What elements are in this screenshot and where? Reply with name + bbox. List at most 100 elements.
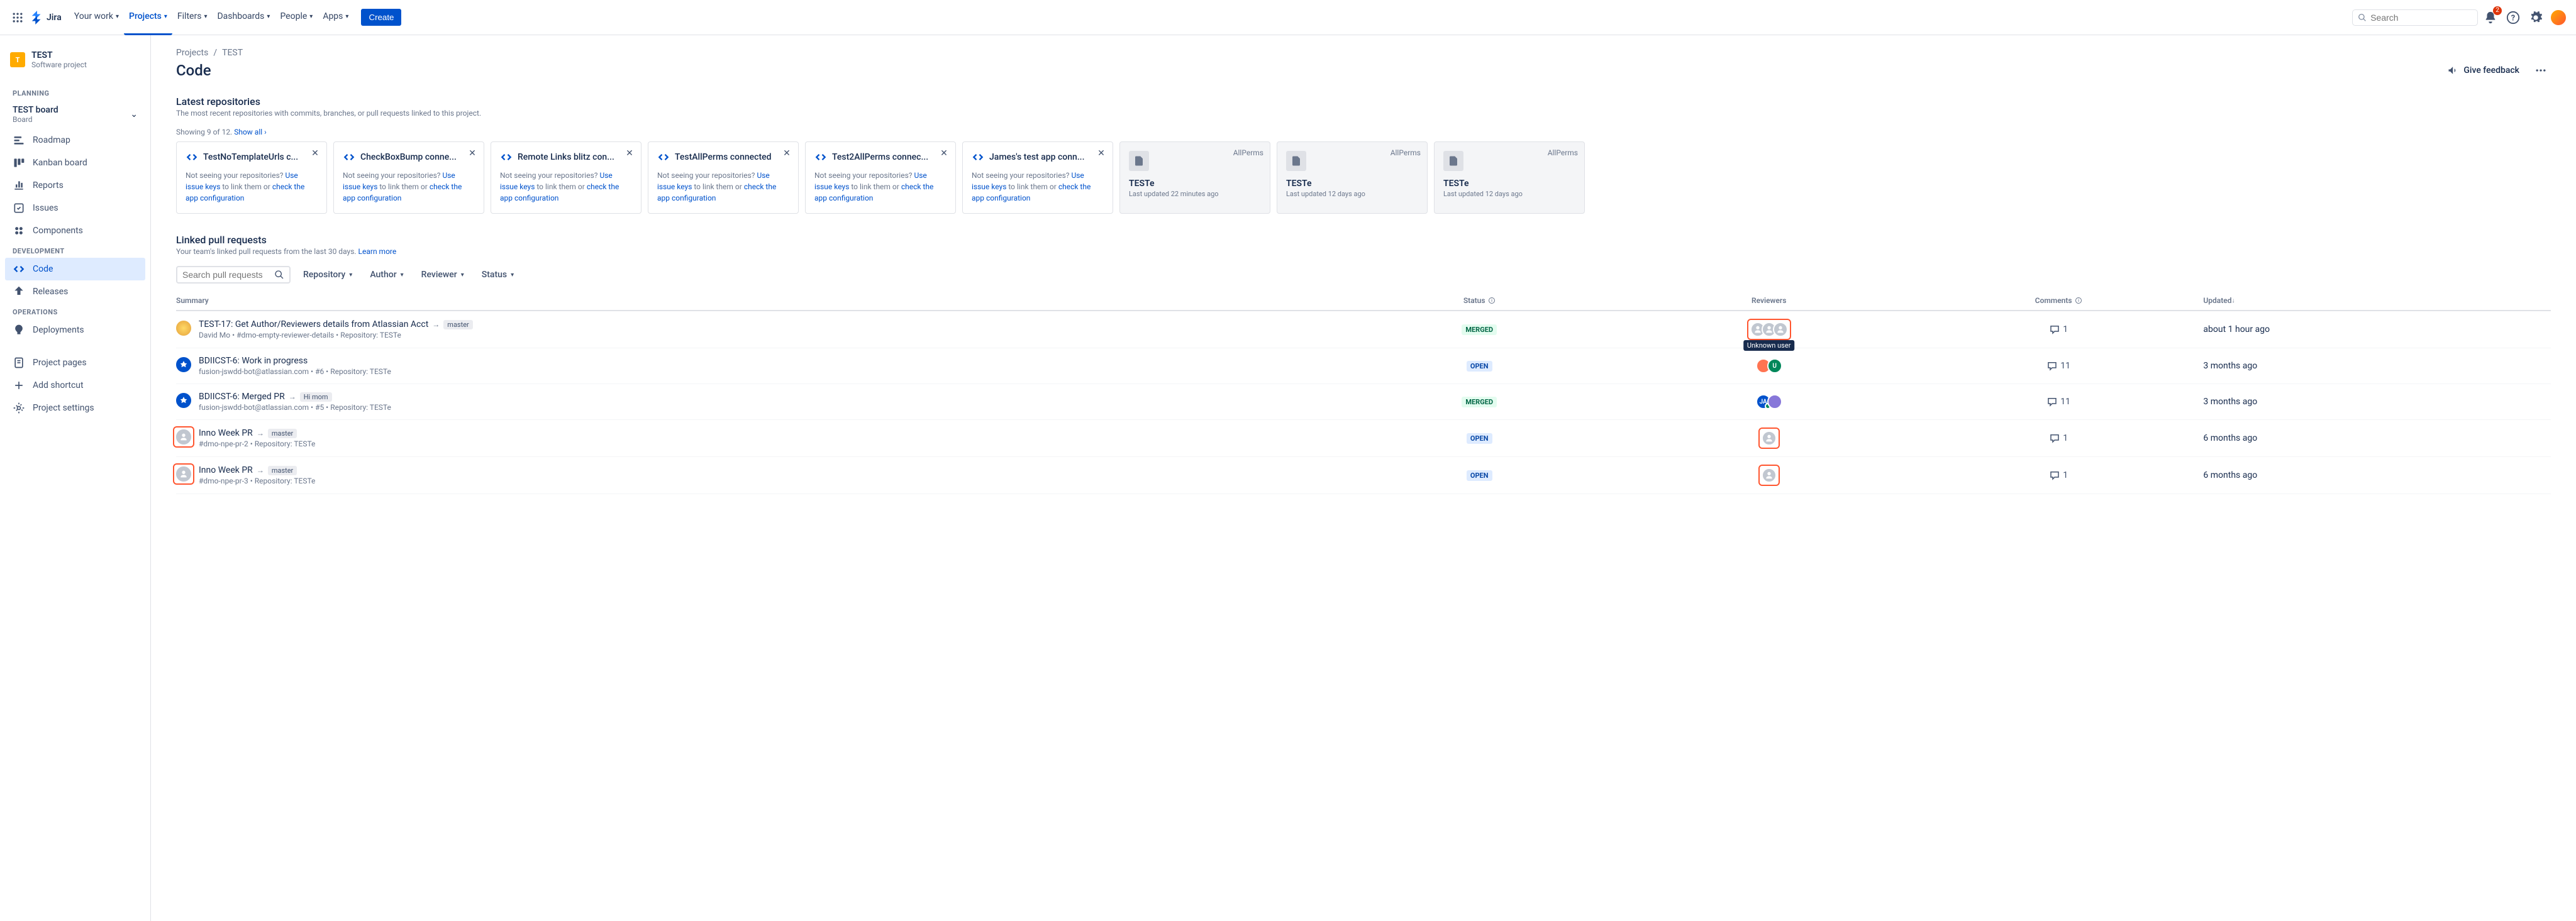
pr-title[interactable]: BDIICST-6: Work in progress	[199, 356, 308, 366]
avatar-highlight	[173, 426, 194, 448]
repo-card[interactable]: ✕ Test2AllPerms connec... Not seeing you…	[805, 141, 956, 214]
pr-row[interactable]: BDIICST-6: Merged PR→Hi mom fusion-jswdd…	[176, 384, 2551, 420]
pr-row[interactable]: Inno Week PR→master #dmo-npe-pr-3 • Repo…	[176, 457, 2551, 494]
pr-row[interactable]: Inno Week PR→master #dmo-npe-pr-2 • Repo…	[176, 420, 2551, 457]
repo-name: Remote Links blitz con...	[518, 152, 614, 162]
sidebar-item-reports[interactable]: Reports	[5, 174, 145, 197]
sidebar-item-components[interactable]: Components	[5, 219, 145, 242]
nav-filters[interactable]: Filters▾	[172, 0, 213, 35]
repo-card[interactable]: AllPerms TESTe Last updated 12 days ago	[1434, 141, 1585, 214]
close-icon[interactable]: ✕	[939, 148, 949, 158]
give-feedback-button[interactable]: Give feedback	[2441, 60, 2526, 80]
board-selector[interactable]: TEST boardBoard⌄	[5, 100, 145, 129]
sidebar-item-code[interactable]: Code	[5, 258, 145, 280]
search-input[interactable]	[2370, 13, 2472, 23]
jira-logo[interactable]: Jira	[30, 11, 62, 25]
chevron-down-icon: ▾	[349, 272, 352, 279]
sidebar-item-kanban-board[interactable]: Kanban board	[5, 152, 145, 174]
repo-card[interactable]: ✕ TestAllPerms connected Not seeing your…	[648, 141, 799, 214]
sidebar-item-project-settings[interactable]: Project settings	[5, 397, 145, 419]
nav-projects[interactable]: Projects▾	[124, 0, 172, 35]
pr-title[interactable]: TEST-17: Get Author/Reviewers details fr…	[199, 319, 428, 329]
chevron-down-icon: ▾	[267, 13, 270, 20]
breadcrumb-projects[interactable]: Projects	[176, 48, 208, 58]
filter-status[interactable]: Status▾	[475, 266, 520, 284]
pr-title[interactable]: BDIICST-6: Merged PR	[199, 392, 285, 402]
settings-icon[interactable]	[2526, 8, 2546, 28]
reviewer-avatar[interactable]	[1773, 322, 1788, 337]
repo-name: TESTe	[1443, 179, 1575, 189]
help-icon[interactable]: ?	[2503, 8, 2523, 28]
pr-meta: fusion-jswdd-bot@atlassian.com • #5 • Re…	[199, 403, 391, 412]
pr-title[interactable]: Inno Week PR	[199, 428, 253, 438]
nav-dashboards[interactable]: Dashboards▾	[212, 0, 275, 35]
repo-card[interactable]: AllPerms TESTe Last updated 12 days ago	[1277, 141, 1428, 214]
filter-author[interactable]: Author▾	[364, 266, 409, 284]
sidebar-item-issues[interactable]: Issues	[5, 197, 145, 219]
pr-title[interactable]: Inno Week PR	[199, 465, 253, 475]
close-icon[interactable]: ✕	[310, 148, 320, 158]
search-pr-box[interactable]	[176, 266, 291, 284]
sidebar-item-project-pages[interactable]: Project pages	[5, 351, 145, 374]
reviewer-avatar[interactable]: U	[1767, 358, 1782, 373]
nav-apps[interactable]: Apps▾	[318, 0, 353, 35]
nav-people[interactable]: People▾	[275, 0, 318, 35]
col-comments[interactable]: Comments i	[1914, 296, 2203, 305]
svg-text:i: i	[1491, 299, 1492, 303]
pr-meta: #dmo-npe-pr-2 • Repository: TESTe	[199, 439, 315, 448]
close-icon[interactable]: ✕	[1096, 148, 1106, 158]
col-reviewers[interactable]: Reviewers	[1624, 296, 1913, 305]
reviewer-avatar[interactable]	[1767, 394, 1782, 409]
search-pr-input[interactable]	[182, 270, 270, 280]
pr-row[interactable]: TEST-17: Get Author/Reviewers details fr…	[176, 311, 2551, 348]
author-avatar[interactable]	[176, 321, 191, 336]
author-avatar[interactable]	[176, 466, 191, 482]
comments-count[interactable]: 1	[2049, 433, 2068, 444]
updated-time: 3 months ago	[2203, 361, 2551, 371]
notifications-icon[interactable]: 2	[2480, 8, 2501, 28]
sidebar-item-releases[interactable]: Releases	[5, 280, 145, 303]
comments-count[interactable]: 11	[2046, 360, 2070, 372]
col-summary[interactable]: Summary	[176, 296, 1335, 305]
author-avatar[interactable]	[176, 429, 191, 444]
user-avatar[interactable]	[2548, 8, 2568, 28]
reviewer-avatar[interactable]	[1762, 431, 1777, 446]
search-icon	[2358, 13, 2367, 23]
updated-time: 3 months ago	[2203, 397, 2551, 407]
repo-card[interactable]: ✕ CheckBoxBump conne... Not seeing your …	[333, 141, 484, 214]
repo-file-icon	[1129, 151, 1149, 171]
sidebar-item-roadmap[interactable]: Roadmap	[5, 129, 145, 152]
col-updated[interactable]: Updated ↓	[2203, 296, 2551, 305]
breadcrumb-test[interactable]: TEST	[222, 48, 243, 58]
updated-time: 6 months ago	[2203, 433, 2551, 443]
reviewer-avatar[interactable]	[1762, 468, 1777, 483]
comments-count[interactable]: 1	[2049, 470, 2068, 481]
close-icon[interactable]: ✕	[625, 148, 635, 158]
global-search[interactable]	[2352, 9, 2478, 26]
repo-card[interactable]: ✕ TestNoTemplateUrls c... Not seeing you…	[176, 141, 327, 214]
repo-card[interactable]: AllPerms TESTe Last updated 22 minutes a…	[1119, 141, 1270, 214]
repo-card[interactable]: ✕ James's test app conn... Not seeing yo…	[962, 141, 1113, 214]
pr-meta: #dmo-npe-pr-3 • Repository: TESTe	[199, 477, 315, 485]
sidebar-item-add-shortcut[interactable]: Add shortcut	[5, 374, 145, 397]
comments-count[interactable]: 1	[2049, 324, 2068, 335]
more-actions-icon[interactable]	[2531, 60, 2551, 80]
close-icon[interactable]: ✕	[782, 148, 792, 158]
nav-your-work[interactable]: Your work▾	[69, 0, 124, 35]
pr-row[interactable]: BDIICST-6: Work in progress fusion-jswdd…	[176, 348, 2551, 384]
sidebar-item-deployments[interactable]: Deployments	[5, 319, 145, 341]
show-all-link[interactable]: Show all ›	[234, 128, 267, 136]
comments-count[interactable]: 11	[2046, 396, 2070, 407]
arrow-icon: →	[432, 320, 440, 329]
app-switcher-icon[interactable]	[8, 8, 28, 28]
create-button[interactable]: Create	[361, 9, 401, 26]
project-header[interactable]: T TEST Software project	[5, 45, 145, 74]
filter-repository[interactable]: Repository▾	[297, 266, 358, 284]
repo-card[interactable]: ✕ Remote Links blitz con... Not seeing y…	[491, 141, 641, 214]
author-avatar[interactable]	[176, 357, 191, 372]
filter-reviewer[interactable]: Reviewer▾	[415, 266, 470, 284]
close-icon[interactable]: ✕	[467, 148, 477, 158]
learn-more-link[interactable]: Learn more	[358, 247, 397, 256]
author-avatar[interactable]	[176, 393, 191, 408]
col-status[interactable]: Status i	[1335, 296, 1624, 305]
